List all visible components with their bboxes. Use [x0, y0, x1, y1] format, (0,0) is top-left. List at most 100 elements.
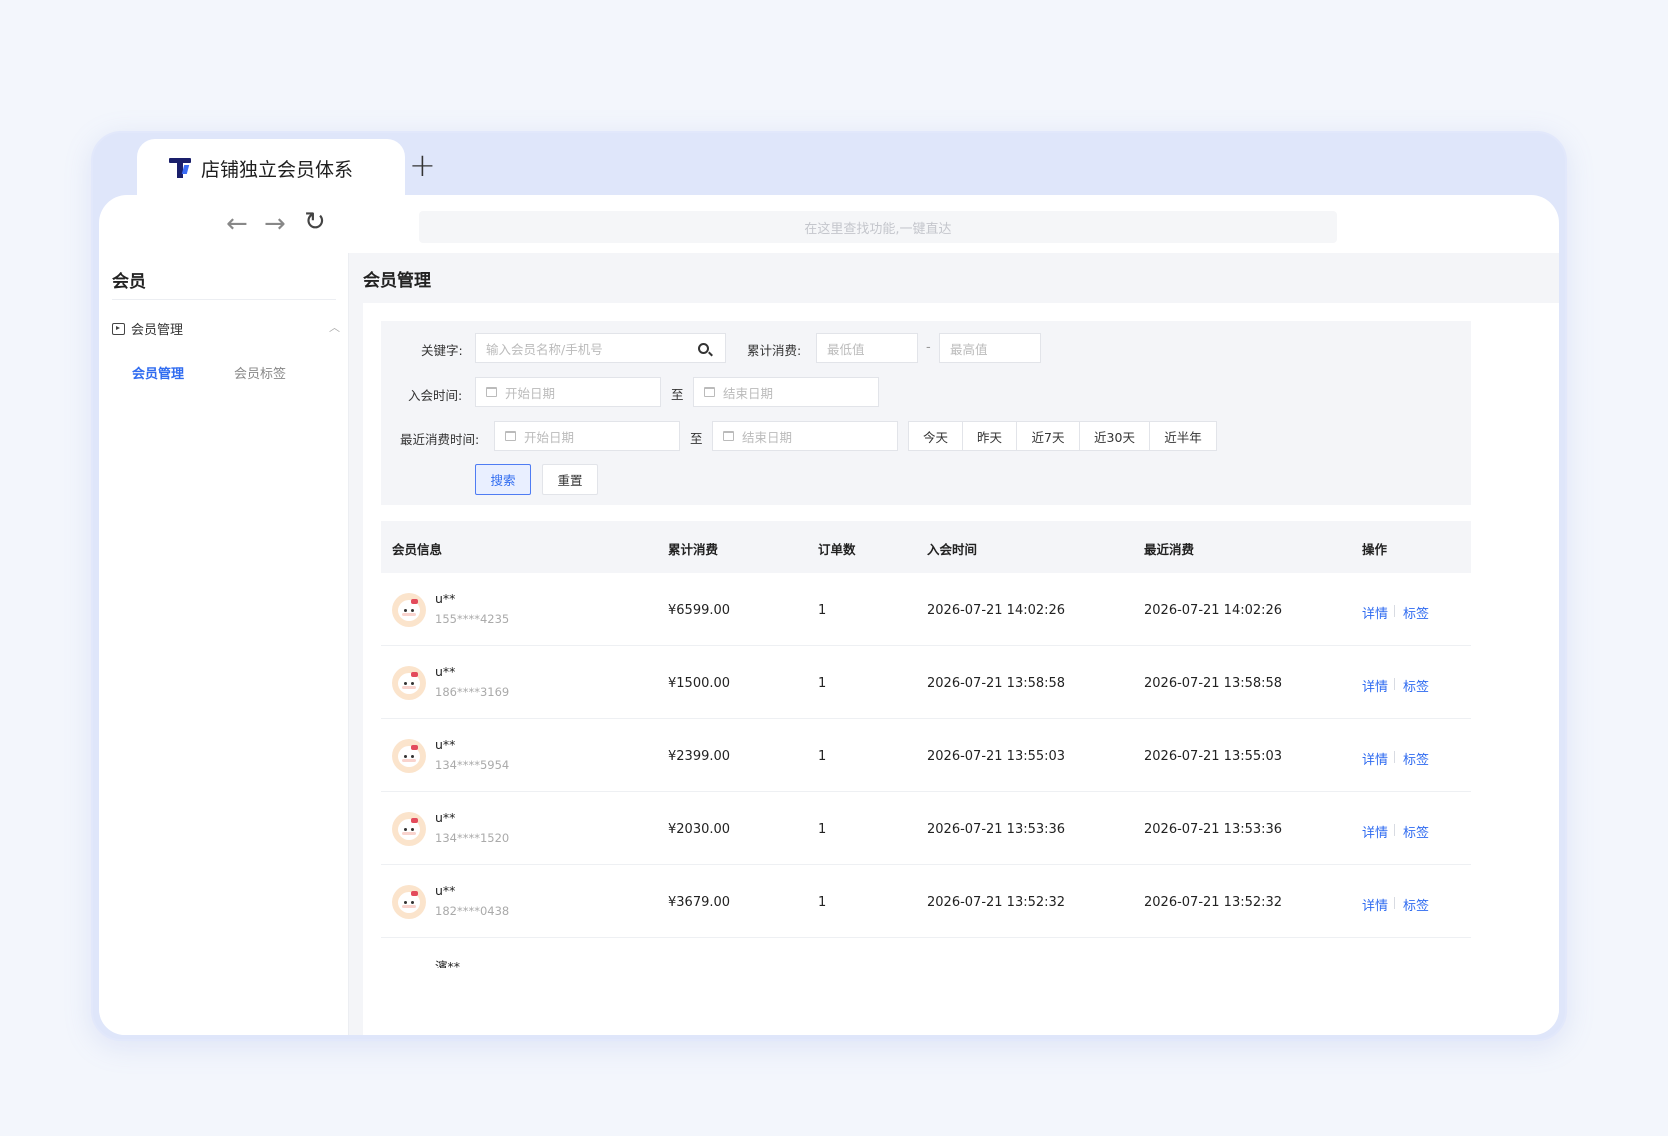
total-spend-cell: ¥3679.00 — [668, 895, 731, 910]
recent-start-date-input[interactable]: 开始日期 — [494, 421, 680, 451]
quick-range-7-days[interactable]: 近7天 — [1016, 421, 1080, 451]
last-spend-cell: 2026-07-21 13:53:36 — [1144, 822, 1283, 837]
tab-title: 店铺独立会员体系 — [201, 158, 354, 181]
member-name: 濱** — [435, 959, 461, 968]
member-name: u** — [435, 883, 456, 898]
tag-link[interactable]: 标签 — [1403, 895, 1429, 914]
action-divider — [1394, 897, 1395, 909]
quick-range-today[interactable]: 今天 — [908, 421, 963, 451]
tag-link[interactable]: 标签 — [1403, 822, 1429, 841]
detail-link[interactable]: 详情 — [1362, 895, 1388, 914]
sidebar-item-member-tags[interactable]: 会员标签 — [234, 363, 286, 382]
keyword-input[interactable]: 输入会员名称/手机号 — [475, 333, 683, 363]
tab-active[interactable]: 店铺独立会员体系 — [137, 139, 405, 197]
last-spend-cell: 2026-07-21 14:02:26 — [1144, 603, 1283, 618]
recent-spend-time-label: 最近消费时间: — [400, 432, 480, 447]
quick-range-group: 今天 昨天 近7天 近30天 近半年 — [908, 421, 1217, 451]
member-name: u** — [435, 664, 456, 679]
last-spend-cell: 2026-07-21 13:52:32 — [1144, 895, 1283, 910]
chevron-up-icon[interactable]: ︿ — [329, 319, 340, 335]
app-logo-icon — [169, 156, 191, 180]
order-count-cell: 1 — [818, 822, 827, 837]
member-name: u** — [435, 737, 456, 752]
total-spend-cell: ¥1500.00 — [668, 676, 731, 691]
col-last-spend: 最近消费 — [1144, 542, 1195, 557]
search-button[interactable]: 搜索 — [475, 464, 531, 495]
member-phone: 182****0438 — [435, 904, 510, 918]
table-row: u** 134****5954 ¥2399.00 1 2026-07-21 13… — [381, 719, 1471, 792]
member-phone: 134****1520 — [435, 831, 510, 845]
avatar — [392, 739, 426, 773]
recent-end-date-input[interactable]: 结束日期 — [712, 421, 898, 451]
join-time-cell: 2026-07-21 13:55:03 — [927, 749, 1066, 764]
detail-link[interactable]: 详情 — [1362, 822, 1388, 841]
member-card-icon — [112, 322, 125, 335]
join-time-cell: 2026-07-21 13:53:36 — [927, 822, 1066, 837]
order-count-cell: 1 — [818, 749, 827, 764]
back-arrow-icon[interactable]: ← — [226, 211, 248, 237]
join-start-placeholder: 开始日期 — [505, 385, 556, 401]
total-spend-cell: ¥2030.00 — [668, 822, 731, 837]
table-row: u** 155****4235 ¥6599.00 1 2026-07-21 14… — [381, 573, 1471, 646]
order-count-cell: 1 — [818, 895, 827, 910]
reset-button[interactable]: 重置 — [542, 464, 598, 495]
avatar — [392, 593, 426, 627]
tag-link[interactable]: 标签 — [1403, 603, 1429, 622]
search-icon — [698, 342, 709, 354]
sidebar: 会员 会员管理 ︿ 会员管理 会员标签 — [99, 253, 349, 1035]
content-card: 关键字: 输入会员名称/手机号 累计消费: 最低值 - 最高值 入会时间: 开始… — [363, 303, 1559, 1035]
join-to-label: 至 — [671, 387, 684, 402]
page-title: 会员管理 — [363, 271, 431, 291]
sidebar-group-label: 会员管理 — [131, 323, 184, 338]
join-time-cell: 2026-07-21 13:58:58 — [927, 676, 1066, 691]
detail-link[interactable]: 详情 — [1362, 603, 1388, 622]
avatar — [392, 812, 426, 846]
tag-link[interactable]: 标签 — [1403, 749, 1429, 768]
last-spend-cell: 2026-07-21 13:58:58 — [1144, 676, 1283, 691]
col-member-info: 会员信息 — [392, 542, 443, 557]
new-tab-button[interactable]: + — [409, 149, 436, 181]
col-total-spend: 累计消费 — [668, 542, 719, 557]
browser-window: 店铺独立会员体系 + ← → ↻ 在这里查找功能,一键直达 会员 会员管理 ︿ … — [91, 131, 1567, 1041]
sidebar-divider — [112, 299, 336, 300]
action-divider — [1394, 678, 1395, 690]
spend-min-input[interactable]: 最低值 — [816, 333, 918, 363]
quick-range-30-days[interactable]: 近30天 — [1079, 421, 1150, 451]
forward-arrow-icon[interactable]: → — [264, 211, 286, 237]
order-count-cell: 1 — [818, 676, 827, 691]
member-name: u** — [435, 591, 456, 606]
spend-range-dash: - — [926, 340, 931, 355]
join-time-cell: 2026-07-21 14:02:26 — [927, 603, 1066, 618]
join-end-date-input[interactable]: 结束日期 — [693, 377, 879, 407]
quick-range-half-year[interactable]: 近半年 — [1149, 421, 1217, 451]
action-divider — [1394, 605, 1395, 617]
keyword-search-button[interactable] — [682, 333, 726, 363]
spend-label: 累计消费: — [747, 343, 802, 358]
function-search-input[interactable]: 在这里查找功能,一键直达 — [419, 211, 1337, 243]
total-spend-cell: ¥6599.00 — [668, 603, 731, 618]
action-divider — [1394, 751, 1395, 763]
window-body: ← → ↻ 在这里查找功能,一键直达 会员 会员管理 ︿ 会员管理 会员标签 会… — [99, 195, 1559, 1035]
recent-start-placeholder: 开始日期 — [524, 429, 575, 445]
calendar-icon — [505, 431, 516, 441]
sidebar-group-member-management[interactable]: 会员管理 ︿ — [112, 319, 340, 338]
table-row: u** 134****1520 ¥2030.00 1 2026-07-21 13… — [381, 792, 1471, 865]
total-spend-cell: ¥2399.00 — [668, 749, 731, 764]
recent-end-placeholder: 结束日期 — [742, 429, 793, 445]
join-end-placeholder: 结束日期 — [723, 385, 774, 401]
detail-link[interactable]: 详情 — [1362, 676, 1388, 695]
tag-link[interactable]: 标签 — [1403, 676, 1429, 695]
reload-icon[interactable]: ↻ — [304, 209, 326, 235]
col-order-count: 订单数 — [818, 542, 856, 557]
detail-link[interactable]: 详情 — [1362, 749, 1388, 768]
table-header: 会员信息 累计消费 订单数 入会时间 最近消费 操作 — [381, 521, 1471, 573]
sidebar-item-member-management[interactable]: 会员管理 — [132, 363, 184, 382]
keyword-label: 关键字: — [421, 343, 463, 358]
calendar-icon — [486, 387, 497, 397]
member-name: u** — [435, 810, 456, 825]
spend-max-input[interactable]: 最高值 — [939, 333, 1041, 363]
quick-range-yesterday[interactable]: 昨天 — [962, 421, 1017, 451]
join-start-date-input[interactable]: 开始日期 — [475, 377, 661, 407]
join-time-cell: 2026-07-21 13:52:32 — [927, 895, 1066, 910]
member-phone: 155****4235 — [435, 612, 510, 626]
